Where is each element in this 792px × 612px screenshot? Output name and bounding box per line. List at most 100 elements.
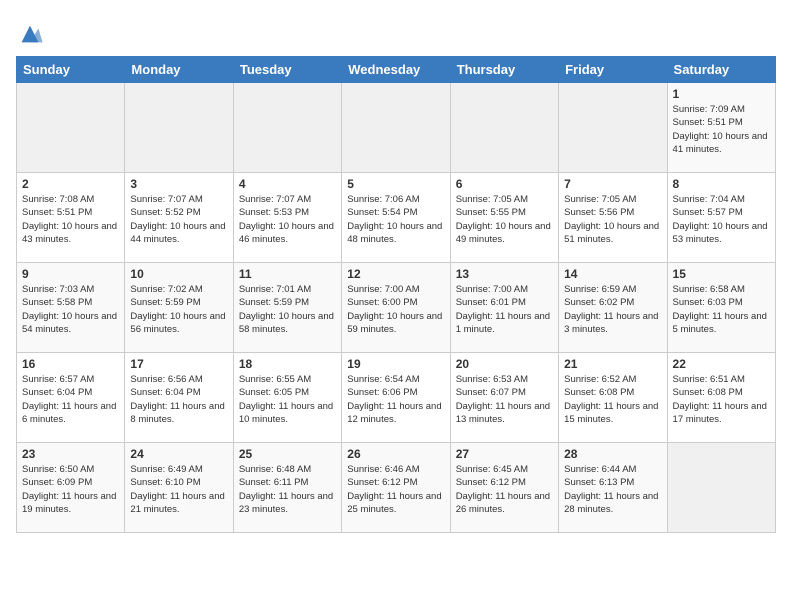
weekday-header-thursday: Thursday <box>450 57 558 83</box>
day-number: 16 <box>22 357 119 371</box>
day-number: 3 <box>130 177 227 191</box>
day-number: 1 <box>673 87 770 101</box>
day-info: Sunrise: 6:45 AM Sunset: 6:12 PM Dayligh… <box>456 463 553 516</box>
day-info: Sunrise: 6:58 AM Sunset: 6:03 PM Dayligh… <box>673 283 770 336</box>
day-info: Sunrise: 6:46 AM Sunset: 6:12 PM Dayligh… <box>347 463 444 516</box>
day-info: Sunrise: 7:06 AM Sunset: 5:54 PM Dayligh… <box>347 193 444 246</box>
calendar-cell-w1d0: 2 Sunrise: 7:08 AM Sunset: 5:51 PM Daylig… <box>17 173 125 263</box>
day-info: Sunrise: 7:03 AM Sunset: 5:58 PM Dayligh… <box>22 283 119 336</box>
day-number: 23 <box>22 447 119 461</box>
calendar-cell-w1d1: 3 Sunrise: 7:07 AM Sunset: 5:52 PM Daylig… <box>125 173 233 263</box>
weekday-header-friday: Friday <box>559 57 667 83</box>
calendar-cell-w0d1 <box>125 83 233 173</box>
day-number: 21 <box>564 357 661 371</box>
day-info: Sunrise: 7:04 AM Sunset: 5:57 PM Dayligh… <box>673 193 770 246</box>
calendar-cell-w2d4: 13 Sunrise: 7:00 AM Sunset: 6:01 PM Dayli… <box>450 263 558 353</box>
day-number: 27 <box>456 447 553 461</box>
day-info: Sunrise: 7:02 AM Sunset: 5:59 PM Dayligh… <box>130 283 227 336</box>
day-info: Sunrise: 6:57 AM Sunset: 6:04 PM Dayligh… <box>22 373 119 426</box>
day-number: 8 <box>673 177 770 191</box>
day-number: 9 <box>22 267 119 281</box>
calendar-cell-w3d2: 18Sunrise: 6:55 AM Sunset: 6:05 PM Dayli… <box>233 353 341 443</box>
calendar-cell-w3d6: 22 Sunrise: 6:51 AM Sunset: 6:08 PM Dayli… <box>667 353 775 443</box>
day-number: 15 <box>673 267 770 281</box>
calendar-cell-w3d1: 17Sunrise: 6:56 AM Sunset: 6:04 PM Dayli… <box>125 353 233 443</box>
day-number: 13 <box>456 267 553 281</box>
weekday-header-row: SundayMondayTuesdayWednesdayThursdayFrid… <box>17 57 776 83</box>
calendar-cell-w4d3: 26 Sunrise: 6:46 AM Sunset: 6:12 PM Dayli… <box>342 443 450 533</box>
day-info: Sunrise: 6:56 AM Sunset: 6:04 PM Dayligh… <box>130 373 227 426</box>
day-number: 26 <box>347 447 444 461</box>
calendar-week-row-4: 23 Sunrise: 6:50 AM Sunset: 6:09 PM Dayli… <box>17 443 776 533</box>
calendar-cell-w3d4: 20 Sunrise: 6:53 AM Sunset: 6:07 PM Dayli… <box>450 353 558 443</box>
calendar-cell-w1d6: 8 Sunrise: 7:04 AM Sunset: 5:57 PM Daylig… <box>667 173 775 263</box>
calendar-cell-w1d3: 5 Sunrise: 7:06 AM Sunset: 5:54 PM Daylig… <box>342 173 450 263</box>
calendar-cell-w4d2: 25 Sunrise: 6:48 AM Sunset: 6:11 PM Dayli… <box>233 443 341 533</box>
weekday-header-saturday: Saturday <box>667 57 775 83</box>
day-info: Sunrise: 6:49 AM Sunset: 6:10 PM Dayligh… <box>130 463 227 516</box>
calendar-week-row-3: 16 Sunrise: 6:57 AM Sunset: 6:04 PM Dayli… <box>17 353 776 443</box>
day-number: 5 <box>347 177 444 191</box>
day-number: 14 <box>564 267 661 281</box>
day-number: 12 <box>347 267 444 281</box>
calendar-week-row-0: 1 Sunrise: 7:09 AM Sunset: 5:51 PM Daylig… <box>17 83 776 173</box>
calendar-cell-w2d1: 10 Sunrise: 7:02 AM Sunset: 5:59 PM Dayli… <box>125 263 233 353</box>
day-info: Sunrise: 6:51 AM Sunset: 6:08 PM Dayligh… <box>673 373 770 426</box>
calendar-cell-w0d3 <box>342 83 450 173</box>
calendar-cell-w4d5: 28 Sunrise: 6:44 AM Sunset: 6:13 PM Dayli… <box>559 443 667 533</box>
day-info: Sunrise: 6:54 AM Sunset: 6:06 PM Dayligh… <box>347 373 444 426</box>
day-number: 2 <box>22 177 119 191</box>
calendar-cell-w1d5: 7 Sunrise: 7:05 AM Sunset: 5:56 PM Daylig… <box>559 173 667 263</box>
weekday-header-wednesday: Wednesday <box>342 57 450 83</box>
calendar-cell-w4d6 <box>667 443 775 533</box>
calendar-cell-w2d0: 9 Sunrise: 7:03 AM Sunset: 5:58 PM Daylig… <box>17 263 125 353</box>
day-info: Sunrise: 7:05 AM Sunset: 5:55 PM Dayligh… <box>456 193 553 246</box>
calendar-week-row-2: 9 Sunrise: 7:03 AM Sunset: 5:58 PM Daylig… <box>17 263 776 353</box>
calendar-cell-w2d3: 12 Sunrise: 7:00 AM Sunset: 6:00 PM Dayli… <box>342 263 450 353</box>
calendar-cell-w2d5: 14 Sunrise: 6:59 AM Sunset: 6:02 PM Dayli… <box>559 263 667 353</box>
day-info: Sunrise: 6:44 AM Sunset: 6:13 PM Dayligh… <box>564 463 661 516</box>
day-info: Sunrise: 6:53 AM Sunset: 6:07 PM Dayligh… <box>456 373 553 426</box>
day-number: 22 <box>673 357 770 371</box>
calendar-cell-w0d0 <box>17 83 125 173</box>
day-number: 6 <box>456 177 553 191</box>
day-info: Sunrise: 7:08 AM Sunset: 5:51 PM Dayligh… <box>22 193 119 246</box>
day-info: Sunrise: 7:01 AM Sunset: 5:59 PM Dayligh… <box>239 283 336 336</box>
calendar-cell-w3d3: 19 Sunrise: 6:54 AM Sunset: 6:06 PM Dayli… <box>342 353 450 443</box>
day-number: 25 <box>239 447 336 461</box>
day-info: Sunrise: 7:07 AM Sunset: 5:53 PM Dayligh… <box>239 193 336 246</box>
day-number: 18 <box>239 357 336 371</box>
calendar-table: SundayMondayTuesdayWednesdayThursdayFrid… <box>16 56 776 533</box>
day-number: 11 <box>239 267 336 281</box>
day-number: 28 <box>564 447 661 461</box>
calendar-cell-w2d2: 11 Sunrise: 7:01 AM Sunset: 5:59 PM Dayli… <box>233 263 341 353</box>
day-number: 4 <box>239 177 336 191</box>
day-info: Sunrise: 7:00 AM Sunset: 6:00 PM Dayligh… <box>347 283 444 336</box>
calendar-cell-w3d0: 16 Sunrise: 6:57 AM Sunset: 6:04 PM Dayli… <box>17 353 125 443</box>
day-number: 10 <box>130 267 227 281</box>
weekday-header-sunday: Sunday <box>17 57 125 83</box>
day-number: 19 <box>347 357 444 371</box>
day-info: Sunrise: 7:00 AM Sunset: 6:01 PM Dayligh… <box>456 283 553 336</box>
calendar-cell-w0d4 <box>450 83 558 173</box>
calendar-cell-w4d4: 27 Sunrise: 6:45 AM Sunset: 6:12 PM Dayli… <box>450 443 558 533</box>
calendar-cell-w4d0: 23 Sunrise: 6:50 AM Sunset: 6:09 PM Dayli… <box>17 443 125 533</box>
day-info: Sunrise: 6:50 AM Sunset: 6:09 PM Dayligh… <box>22 463 119 516</box>
day-info: Sunrise: 6:59 AM Sunset: 6:02 PM Dayligh… <box>564 283 661 336</box>
day-info: Sunrise: 7:07 AM Sunset: 5:52 PM Dayligh… <box>130 193 227 246</box>
day-info: Sunrise: 7:05 AM Sunset: 5:56 PM Dayligh… <box>564 193 661 246</box>
day-number: 24 <box>130 447 227 461</box>
calendar-cell-w0d5 <box>559 83 667 173</box>
calendar-cell-w3d5: 21 Sunrise: 6:52 AM Sunset: 6:08 PM Dayli… <box>559 353 667 443</box>
calendar-cell-w0d6: 1 Sunrise: 7:09 AM Sunset: 5:51 PM Daylig… <box>667 83 775 173</box>
day-number: 7 <box>564 177 661 191</box>
calendar-cell-w0d2 <box>233 83 341 173</box>
calendar-week-row-1: 2 Sunrise: 7:08 AM Sunset: 5:51 PM Daylig… <box>17 173 776 263</box>
day-number: 20 <box>456 357 553 371</box>
day-info: Sunrise: 7:09 AM Sunset: 5:51 PM Dayligh… <box>673 103 770 156</box>
weekday-header-tuesday: Tuesday <box>233 57 341 83</box>
day-info: Sunrise: 6:48 AM Sunset: 6:11 PM Dayligh… <box>239 463 336 516</box>
calendar-cell-w2d6: 15 Sunrise: 6:58 AM Sunset: 6:03 PM Dayli… <box>667 263 775 353</box>
logo <box>16 20 48 48</box>
day-info: Sunrise: 6:52 AM Sunset: 6:08 PM Dayligh… <box>564 373 661 426</box>
